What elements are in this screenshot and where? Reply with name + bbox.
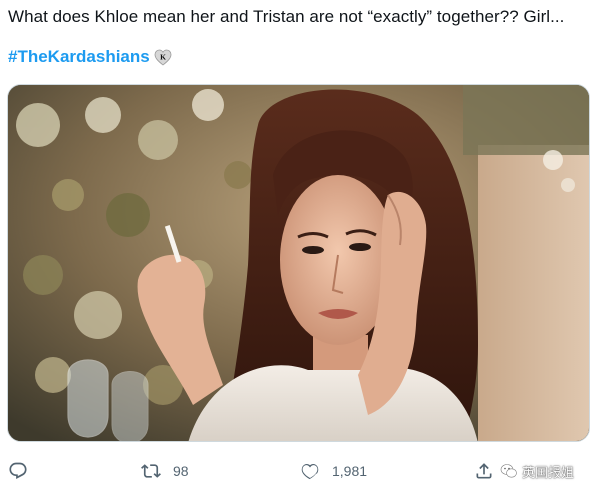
retweet-button[interactable]: 98 xyxy=(141,456,189,486)
tweet-photo[interactable] xyxy=(7,84,590,442)
hashtag-link[interactable]: #TheKardashians xyxy=(8,46,150,68)
svg-text:K: K xyxy=(160,52,166,61)
watermark-text: 英国报姐 xyxy=(522,464,575,480)
heart-icon xyxy=(300,461,320,481)
tweet: What does Khloe mean her and Tristan are… xyxy=(0,0,602,493)
tweet-text: What does Khloe mean her and Tristan are… xyxy=(8,7,565,26)
watermark: 英国报姐 xyxy=(500,456,574,486)
like-button[interactable]: 1,981 xyxy=(300,456,367,486)
retweet-icon xyxy=(141,461,161,481)
hashtag-line: #TheKardashians K xyxy=(8,46,172,68)
retweet-count: 98 xyxy=(173,463,189,479)
photo-image xyxy=(8,85,589,441)
reply-icon xyxy=(8,461,28,481)
reply-button[interactable] xyxy=(8,456,40,486)
share-button[interactable] xyxy=(474,456,494,486)
share-icon xyxy=(474,461,494,481)
kardashians-heart-k-icon: K xyxy=(154,49,172,66)
wechat-logo-icon xyxy=(500,462,518,480)
like-count: 1,981 xyxy=(332,463,368,479)
